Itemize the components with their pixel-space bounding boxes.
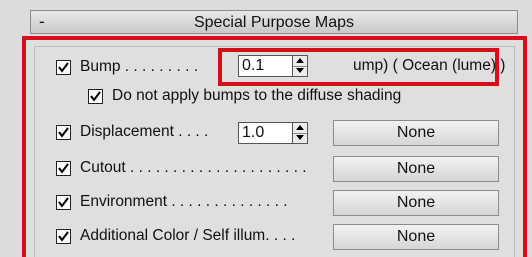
checkmark-icon — [58, 127, 69, 138]
cutout-map-button[interactable]: None — [333, 156, 499, 182]
environment-checkbox[interactable] — [56, 195, 71, 210]
cutout-checkbox[interactable] — [56, 161, 71, 176]
spinner-arrows[interactable] — [292, 122, 308, 144]
checkmark-icon — [58, 231, 69, 242]
environment-label: Environment . . . . . . . . . . . . . . — [80, 193, 288, 210]
displacement-map-button[interactable]: None — [333, 120, 499, 146]
spin-down-arrow[interactable] — [293, 66, 307, 76]
bump-amount-input[interactable]: 0.1 — [238, 55, 292, 77]
bump-label: Bump . . . . . . . . . — [80, 58, 199, 75]
additional-color-checkbox[interactable] — [56, 229, 71, 244]
spin-down-arrow[interactable] — [293, 133, 307, 143]
environment-map-button[interactable]: None — [333, 190, 499, 216]
diffuse-bump-label: Do not apply bumps to the diffuse shadin… — [112, 87, 402, 104]
displacement-checkbox[interactable] — [56, 125, 71, 140]
spinner-arrows[interactable] — [292, 55, 308, 77]
diffuse-bump-checkbox[interactable] — [88, 89, 103, 104]
checkmark-icon — [90, 91, 101, 102]
rollout-title: Special Purpose Maps — [193, 14, 355, 31]
displacement-amount-spinner[interactable]: 1.0 — [238, 122, 314, 144]
bump-checkbox[interactable] — [56, 60, 71, 75]
bump-amount-spinner[interactable]: 0.1 — [238, 55, 314, 77]
additional-color-label: Additional Color / Self illum. . . . — [80, 227, 296, 244]
checkmark-icon — [58, 163, 69, 174]
cutout-label: Cutout . . . . . . . . . . . . . . . . .… — [80, 159, 307, 176]
displacement-label: Displacement . . . . — [80, 123, 209, 140]
additional-color-map-button[interactable]: None — [333, 224, 499, 250]
checkmark-icon — [58, 62, 69, 73]
bump-map-button[interactable]: ump) ( Ocean (lume) ) — [353, 57, 505, 75]
rollout-header[interactable]: - Special Purpose Maps — [30, 10, 518, 34]
checkmark-icon — [58, 197, 69, 208]
displacement-amount-input[interactable]: 1.0 — [238, 122, 292, 144]
